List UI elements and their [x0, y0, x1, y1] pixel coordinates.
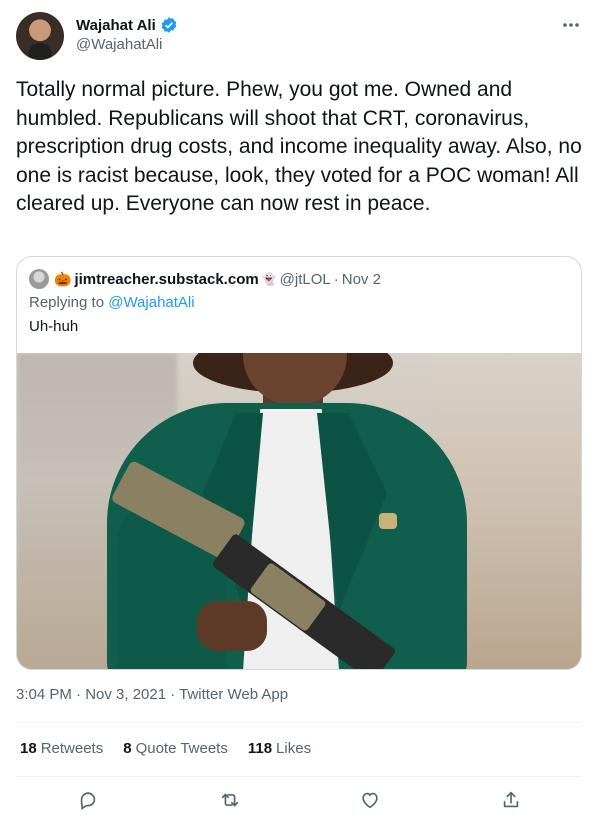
tweet-timestamp[interactable]: 3:04 PM · Nov 3, 2021 · Twitter Web App — [16, 686, 288, 703]
quoted-tweet-photo[interactable] — [17, 353, 581, 669]
quoted-author-name: jimtreacher.substack.com — [74, 270, 259, 288]
author-avatar[interactable] — [16, 12, 64, 60]
likes-count: 118 — [247, 740, 273, 757]
quote-tweets-stat[interactable]: 8 Quote Tweets — [123, 740, 228, 757]
quoted-author-avatar — [29, 269, 49, 289]
retweets-stat[interactable]: 18 Retweets — [20, 740, 103, 757]
verified-badge-icon — [160, 16, 178, 34]
author-name-row: Wajahat Ali — [76, 16, 178, 34]
photo-hand — [197, 601, 267, 651]
divider — [16, 776, 582, 777]
quote-tweets-count: 8 — [123, 740, 132, 757]
divider — [16, 722, 582, 723]
retweets-label: Retweets — [40, 740, 104, 757]
like-icon[interactable] — [358, 788, 382, 812]
author-display-name[interactable]: Wajahat Ali — [76, 17, 156, 34]
reply-icon[interactable] — [76, 788, 100, 812]
more-horizontal-icon[interactable] — [560, 14, 582, 36]
quoted-tweet-text: Uh-huh — [29, 318, 79, 335]
quoted-tweet-header: 🎃 jimtreacher.substack.com 👻 @jtLOL · No… — [29, 269, 381, 289]
retweet-icon[interactable] — [218, 788, 242, 812]
photo-brooch — [379, 513, 397, 529]
quoted-tweet-date: Nov 2 — [341, 270, 381, 288]
tweet-actions — [16, 788, 582, 814]
pumpkin-emoji: 🎃 — [54, 270, 72, 287]
replying-prefix: Replying to — [29, 294, 109, 311]
quoted-tweet[interactable]: 🎃 jimtreacher.substack.com 👻 @jtLOL · No… — [16, 256, 582, 670]
separator-dot: · — [333, 270, 339, 288]
replying-to-handle[interactable]: @WajahatAli — [108, 294, 194, 311]
tweet-text: Totally normal picture. Phew, you got me… — [16, 78, 588, 215]
author-handle[interactable]: @WajahatAli — [76, 36, 162, 53]
likes-stat[interactable]: 118 Likes — [248, 740, 311, 757]
tweet-stats: 18 Retweets 8 Quote Tweets 118 Likes — [20, 740, 311, 757]
retweets-count: 18 — [20, 740, 37, 757]
photo-face — [243, 353, 347, 405]
likes-label: Likes — [276, 740, 312, 757]
share-icon[interactable] — [499, 788, 523, 812]
tweet-header: Wajahat Ali @WajahatAli — [16, 12, 582, 62]
ghost-emoji: 👻 — [261, 272, 277, 286]
replying-to: Replying to @WajahatAli — [29, 294, 195, 311]
quote-tweets-label: Quote Tweets — [135, 740, 228, 757]
quoted-author-handle: @jtLOL — [279, 270, 331, 288]
